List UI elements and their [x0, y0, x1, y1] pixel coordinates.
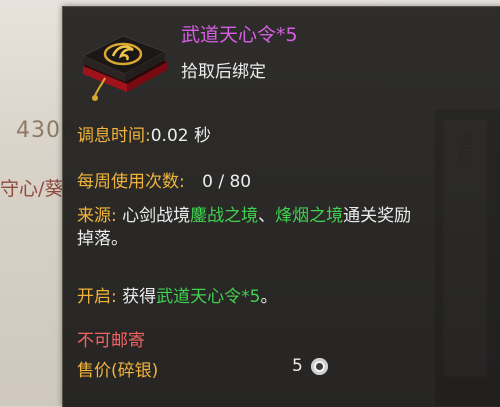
source-description: 来源: 心剑战境鏖战之境、烽烟之境通关奖励掉落。	[77, 205, 427, 251]
source-separator: 、	[258, 206, 276, 226]
silver-coin-icon	[311, 358, 328, 375]
cooldown-label: 调息时间:	[77, 126, 151, 146]
source-label: 来源:	[77, 206, 117, 226]
weekly-usage-row: 每周使用次数: 0 / 80	[77, 167, 251, 192]
token-box-icon	[81, 35, 167, 101]
cooldown-value: 0.02 秒	[150, 126, 211, 146]
source-map-2: 烽烟之境	[275, 206, 344, 226]
bind-state: 拾取后绑定	[181, 62, 266, 82]
open-end: 。	[260, 287, 278, 307]
open-reward: 武道天心令*5	[156, 287, 261, 307]
price-value: 5	[292, 356, 303, 376]
source-text-a: 心剑战境	[122, 206, 191, 226]
weekly-usage-label: 每周使用次数:	[77, 172, 185, 192]
price-label: 售价(碎银)	[77, 361, 159, 381]
weekly-usage-value: 0 / 80	[202, 172, 252, 192]
unmailable-label: 不可邮寄	[77, 331, 145, 351]
cooldown-row: 调息时间:0.02 秒	[77, 121, 211, 146]
open-label: 开启:	[77, 287, 117, 307]
item-name: 武道天心令*5	[181, 24, 298, 46]
open-row: 开启: 获得武道天心令*5。	[77, 282, 277, 307]
source-map-1: 鏖战之境	[190, 206, 259, 226]
open-text: 获得	[122, 287, 157, 307]
